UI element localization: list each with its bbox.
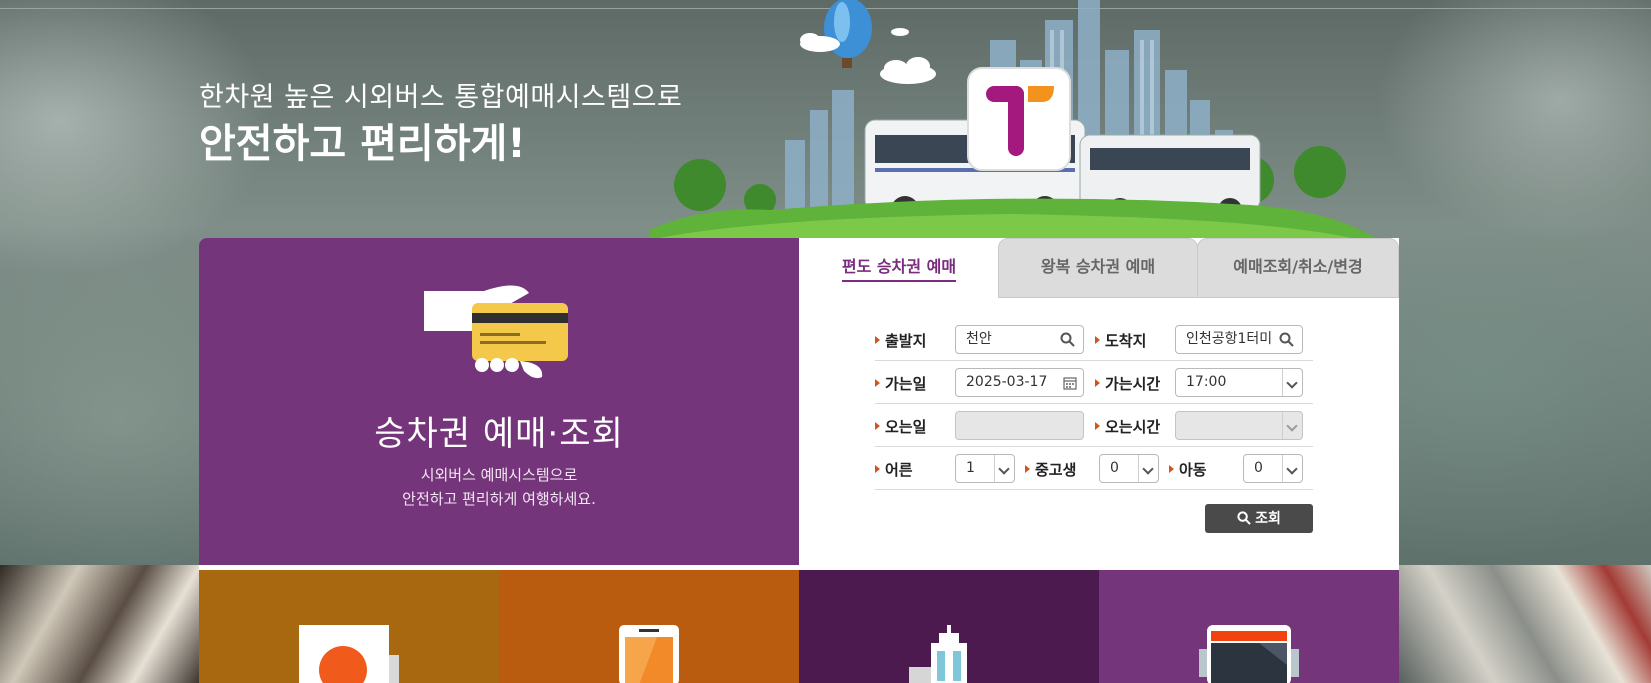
- return-date-field[interactable]: [955, 411, 1084, 440]
- promo-description: 시외버스 예매시스템으로 안전하고 편리하게 여행하세요.: [199, 463, 799, 511]
- tab-one-way-label: 편도 승차권 예매: [841, 257, 957, 282]
- promo-desc-line2: 안전하고 편리하게 여행하세요.: [402, 490, 596, 508]
- search-button[interactable]: 조회: [1205, 504, 1313, 533]
- go-time-label: 가는시간: [1095, 373, 1160, 394]
- teen-label: 중고생: [1025, 459, 1076, 480]
- child-label: 아동: [1169, 459, 1207, 480]
- booking-tabs: 편도 승차권 예매 왕복 승차권 예매 예매조회/취소/변경: [799, 238, 1399, 298]
- hero-main-headline: 안전하고 편리하게!: [199, 121, 526, 167]
- tab-round-trip-label: 왕복 승차권 예매: [1040, 257, 1156, 276]
- city-building-icon: [909, 625, 967, 683]
- teen-value: 0: [1110, 460, 1119, 476]
- menu-tile-fare[interactable]: [199, 570, 499, 683]
- menu-tile-bus[interactable]: [1099, 570, 1399, 683]
- search-icon[interactable]: [1279, 332, 1294, 347]
- bus-front-icon: [1199, 625, 1299, 683]
- chevron-down-icon: [1282, 369, 1302, 396]
- logo-t-icon: [967, 67, 1071, 171]
- chevron-down-icon: [1138, 455, 1158, 482]
- departure-label: 출발지: [875, 330, 926, 351]
- tab-round-trip[interactable]: 왕복 승차권 예매: [998, 238, 1198, 298]
- promo-desc-line1: 시외버스 예매시스템으로: [420, 466, 578, 484]
- chevron-down-icon: [994, 455, 1014, 482]
- return-date-label: 오는일: [875, 416, 926, 437]
- tab-lookup-cancel[interactable]: 예매조회/취소/변경: [1197, 238, 1399, 298]
- tab-lookup-cancel-label: 예매조회/취소/변경: [1233, 257, 1363, 276]
- hero-headline: 한차원 높은 시외버스 통합예매시스템으로 안전하고 편리하게!: [199, 80, 682, 170]
- booking-form: 출발지 천안 도착지 인천공항1터미 가는일 2025-03-17 가는시간 1…: [875, 318, 1313, 490]
- go-date-label: 가는일: [875, 373, 926, 394]
- departure-field[interactable]: 천안: [955, 325, 1084, 354]
- left-photo: [0, 565, 199, 683]
- chevron-down-icon: [1282, 455, 1302, 482]
- promo-panel: 승차권 예매·조회 시외버스 예매시스템으로 안전하고 편리하게 여행하세요.: [199, 238, 799, 568]
- adult-value: 1: [966, 460, 975, 476]
- teen-select[interactable]: 0: [1099, 454, 1159, 483]
- tab-one-way[interactable]: 편도 승차권 예매: [799, 238, 999, 298]
- search-icon: [1237, 511, 1251, 525]
- adult-label: 어른: [875, 459, 913, 480]
- arrival-label: 도착지: [1095, 330, 1146, 351]
- return-datetime-row: 오는일 오는시간: [875, 404, 1313, 447]
- route-row: 출발지 천안 도착지 인천공항1터미: [875, 318, 1313, 361]
- search-button-label: 조회: [1255, 510, 1281, 526]
- adult-select[interactable]: 1: [955, 454, 1015, 483]
- arrival-field[interactable]: 인천공항1터미: [1175, 325, 1303, 354]
- calendar-icon[interactable]: [1063, 376, 1077, 390]
- hero-subheadline: 한차원 높은 시외버스 통합예매시스템으로: [199, 82, 683, 113]
- go-date-field[interactable]: 2025-03-17: [955, 368, 1084, 397]
- bottom-menu-strip: [0, 565, 1651, 683]
- search-icon[interactable]: [1060, 332, 1075, 347]
- mobile-phone-icon: [619, 625, 679, 683]
- card-payment-icon: [424, 285, 568, 379]
- promo-title: 승차권 예매·조회: [374, 414, 624, 454]
- child-value: 0: [1254, 460, 1263, 476]
- arrival-value: 인천공항1터미: [1186, 331, 1273, 347]
- menu-tile-mobile[interactable]: [499, 570, 799, 683]
- city-bus-illustration: [650, 0, 1380, 240]
- go-time-select[interactable]: 17:00: [1175, 368, 1303, 397]
- right-photo: [1399, 565, 1651, 683]
- go-time-value: 17:00: [1186, 374, 1227, 390]
- go-date-value: 2025-03-17: [966, 374, 1048, 390]
- chevron-down-icon: [1282, 412, 1302, 439]
- return-time-select[interactable]: [1175, 411, 1303, 440]
- departure-value: 천안: [966, 331, 992, 347]
- child-select[interactable]: 0: [1243, 454, 1303, 483]
- passenger-row: 어른 1 중고생 0 아동 0: [875, 447, 1313, 490]
- menu-tile-terminal[interactable]: [799, 570, 1099, 683]
- balloon-icon: [824, 0, 872, 68]
- receipt-won-icon: [299, 625, 399, 683]
- departure-datetime-row: 가는일 2025-03-17 가는시간 17:00: [875, 361, 1313, 404]
- return-time-label: 오는시간: [1095, 416, 1160, 437]
